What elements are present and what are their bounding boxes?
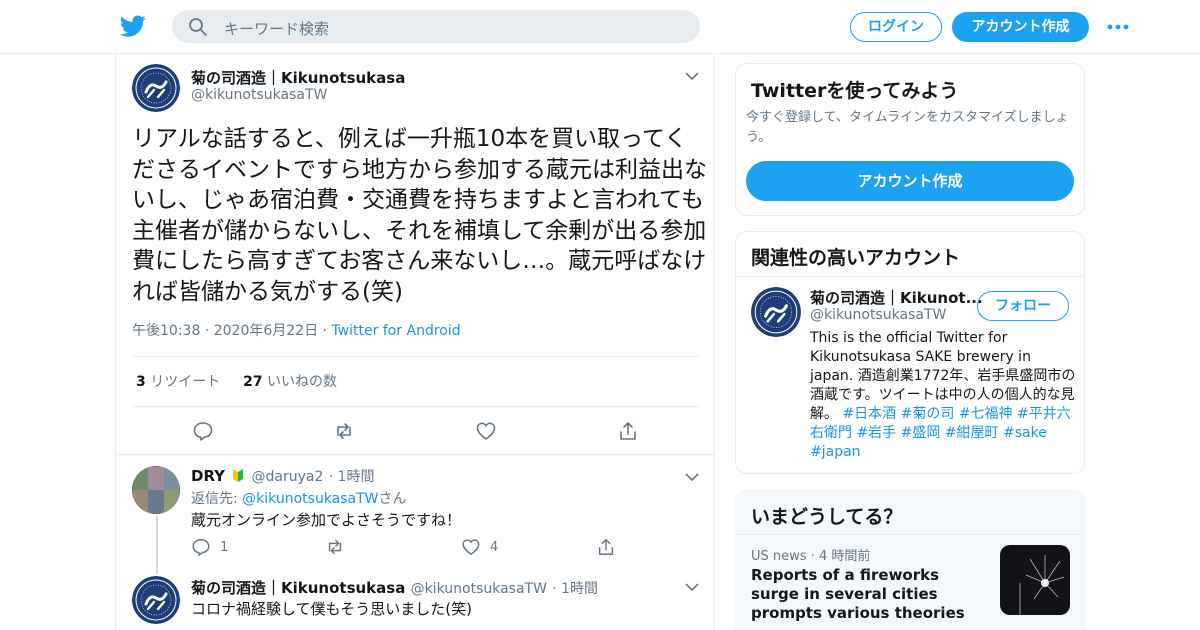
trends-title: いまどうしてる？ — [751, 506, 903, 528]
fireworks-image-icon — [1000, 545, 1070, 615]
follow-button[interactable]: フォロー — [977, 291, 1069, 321]
divider — [132, 356, 700, 357]
trend-title[interactable]: Reports of a fireworks surge in several … — [751, 566, 991, 623]
reply-author-line: 菊の司酒造｜Kikunotsukasa @kikunotsukasaTW · 1… — [191, 577, 598, 598]
meta-separator: · — [328, 469, 338, 485]
twitter-bird-icon[interactable] — [120, 13, 146, 39]
reply-author-handle[interactable]: @daruya2 — [252, 469, 324, 485]
kikunotsukasa-logo-icon — [132, 576, 180, 624]
tweet-separator — [116, 454, 714, 455]
divider — [736, 534, 1084, 535]
share-icon[interactable] — [617, 420, 639, 442]
reply-suffix: さん — [378, 491, 407, 507]
like-label[interactable]: いいねの数 — [267, 374, 337, 390]
reply-icon[interactable] — [192, 420, 214, 442]
tweet-text: リアルな話すると、例えば一升瓶10本を買い取ってくださるイベントですら地方から参… — [132, 126, 707, 305]
tweet-source[interactable]: Twitter for Android — [331, 323, 460, 339]
signup-card: Twitterを使ってみよう 今すぐ登録して、タイムラインをカスタマイズしましょ… — [735, 63, 1085, 216]
thread-connector — [156, 516, 158, 574]
reply-time[interactable]: 1時間 — [338, 469, 375, 485]
trends-card: いまどうしてる？ US news · 4 時間前 Reports of a fi… — [735, 489, 1085, 630]
retweet-label[interactable]: リツイート — [150, 374, 220, 390]
more-options-icon[interactable] — [1106, 17, 1130, 37]
login-button[interactable]: ログイン — [850, 12, 942, 42]
chevron-down-icon[interactable] — [684, 581, 700, 593]
tweet-time[interactable]: 午後10:38 — [132, 323, 200, 339]
signup-card-title: Twitterを使ってみよう — [751, 80, 959, 102]
retweet-count[interactable]: 3 — [136, 374, 146, 390]
reply-author-name[interactable]: DRY — [191, 467, 225, 485]
like-count: 4 — [490, 540, 499, 555]
like-count[interactable]: 27 — [243, 374, 262, 390]
search-placeholder: キーワード検索 — [224, 20, 330, 38]
user-avatar-icon — [132, 466, 180, 514]
tweet-stats: 3 リツイート 27 いいねの数 — [136, 371, 337, 391]
retweet-icon[interactable] — [333, 420, 355, 442]
tweet-date[interactable]: 2020年6月22日 — [214, 323, 318, 339]
related-account-handle[interactable]: @kikunotsukasaTW — [810, 307, 946, 323]
like-icon[interactable] — [475, 420, 497, 442]
meta-separator: · — [552, 581, 562, 597]
signup-button[interactable]: アカウント作成 — [952, 12, 1089, 42]
author-handle[interactable]: @kikunotsukasaTW — [191, 87, 327, 103]
author-avatar[interactable] — [132, 64, 180, 112]
reply-author-line: DRY @daruya2 · 1時間 — [191, 466, 374, 486]
main-timeline: 菊の司酒造｜Kikunotsukasa @kikunotsukasaTW リアル… — [115, 54, 715, 630]
share-icon[interactable] — [596, 537, 616, 557]
search-input[interactable]: キーワード検索 — [172, 10, 700, 43]
reply-to-line: 返信先: @kikunotsukasaTWさん — [191, 488, 407, 508]
top-bar: キーワード検索 ログイン アカウント作成 — [0, 0, 1200, 54]
author-name[interactable]: 菊の司酒造｜Kikunotsukasa — [191, 67, 405, 88]
like-icon[interactable] — [461, 537, 481, 557]
signup-card-button[interactable]: アカウント作成 — [746, 161, 1074, 201]
divider — [736, 276, 1084, 277]
beginner-mark-icon — [233, 469, 244, 482]
meta-separator: · — [204, 323, 214, 339]
reply-text: 蔵元オンライン参加でよさそうですね！ — [191, 511, 462, 529]
reply-author-name[interactable]: 菊の司酒造｜Kikunotsukasa — [191, 579, 405, 597]
related-account-bio: This is the official Twitter for Kikunot… — [810, 329, 1078, 462]
reply-prefix: 返信先: — [191, 491, 243, 507]
reply-avatar[interactable] — [132, 576, 180, 624]
search-icon — [189, 18, 207, 36]
reply-time[interactable]: 1時間 — [561, 581, 598, 597]
reply-author-handle[interactable]: @kikunotsukasaTW — [411, 581, 547, 597]
reply-icon[interactable] — [191, 537, 211, 557]
divider — [132, 406, 700, 407]
reply-count: 1 — [220, 540, 229, 555]
related-account-avatar[interactable] — [751, 287, 801, 337]
reply-avatar[interactable] — [132, 466, 180, 514]
trend-image[interactable] — [1000, 545, 1070, 615]
reply-text: コロナ禍経験して僕もそう思いました(笑) — [191, 600, 472, 618]
signup-card-subtitle: 今すぐ登録して、タイムラインをカスタマイズしましょう。 — [746, 110, 1069, 145]
chevron-down-icon[interactable] — [684, 471, 700, 483]
retweet-icon[interactable] — [325, 537, 345, 557]
tweet-meta: 午後10:38 · 2020年6月22日 · Twitter for Andro… — [132, 320, 461, 340]
kikunotsukasa-logo-icon — [132, 64, 180, 112]
kikunotsukasa-logo-icon — [751, 287, 801, 337]
trend-meta: US news · 4 時間前 — [751, 549, 871, 564]
related-account-name[interactable]: 菊の司酒造｜Kikunot... — [810, 287, 983, 308]
related-accounts-card: 関連性の高いアカウント 菊の司酒造｜Kikunot... @kikunotsuk… — [735, 231, 1085, 474]
chevron-down-icon[interactable] — [684, 70, 700, 82]
related-accounts-title: 関連性の高いアカウント — [751, 247, 961, 269]
reply-target-link[interactable]: @kikunotsukasaTW — [242, 491, 378, 507]
